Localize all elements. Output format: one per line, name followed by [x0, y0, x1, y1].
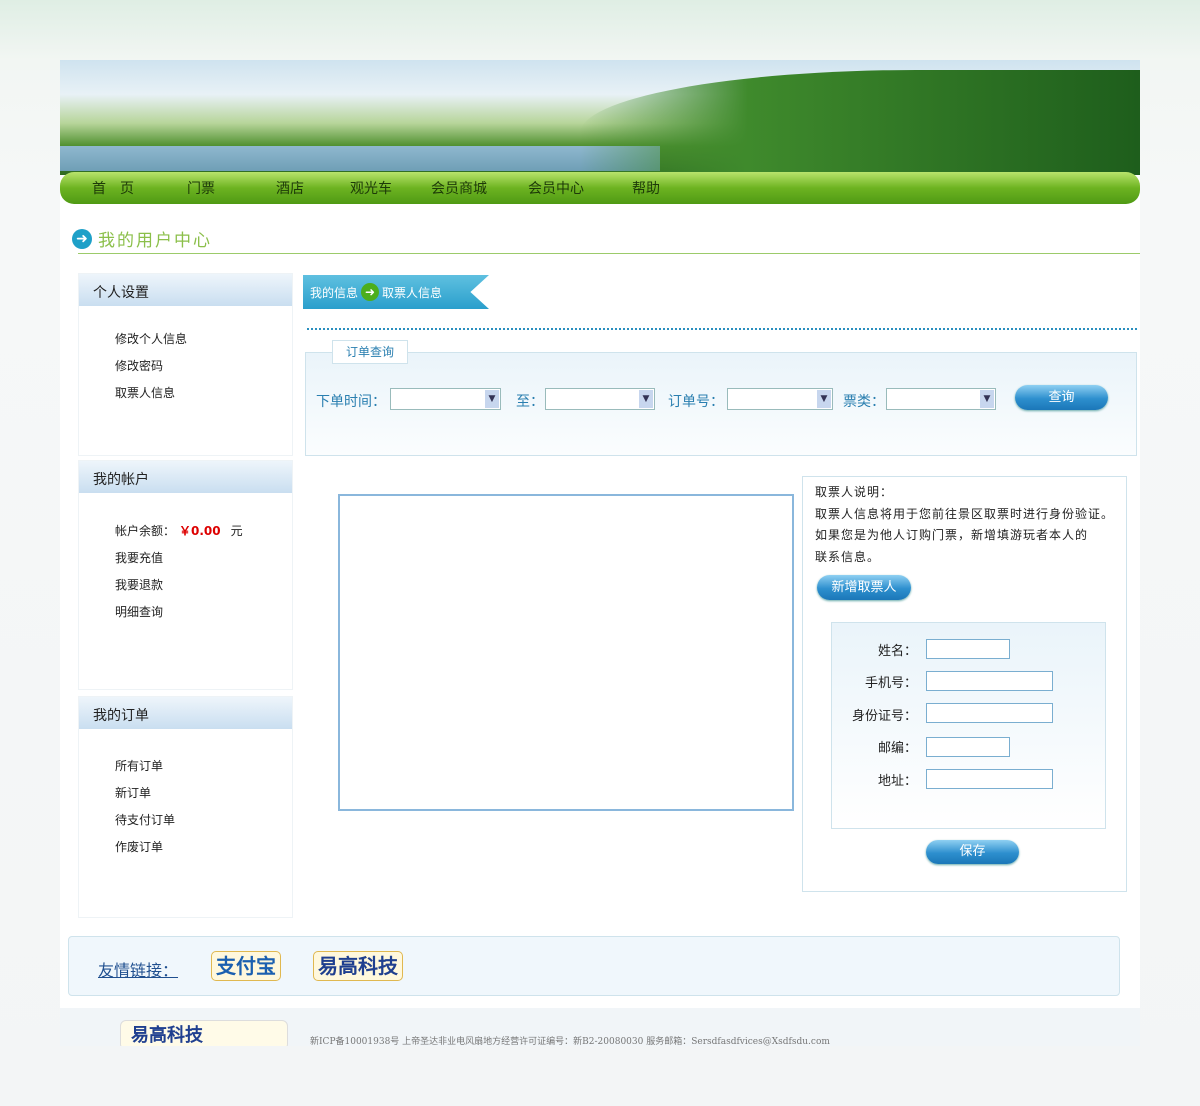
balance-row: 帐户余额： ￥0.00 元 — [115, 518, 292, 545]
sidebar-item-recharge[interactable]: 我要充值 — [115, 545, 292, 572]
address-label: 地址： — [877, 774, 917, 789]
nav-member[interactable]: 会员中心 — [528, 178, 584, 198]
breadcrumb: 我的信息 ➜ 取票人信息 — [303, 275, 489, 309]
sidebar-item-refund[interactable]: 我要退款 — [115, 572, 292, 599]
chevron-down-icon: ▼ — [639, 390, 653, 408]
footer-logo: 易高科技 — [120, 1020, 288, 1046]
main-nav: 首 页 门票 酒店 观光车 会员商城 会员中心 帮助 — [60, 172, 1140, 204]
order-no-label: 订单号： — [668, 394, 724, 410]
order-no-select[interactable]: ▼ — [727, 388, 833, 410]
breadcrumb-current: 取票人信息 — [382, 285, 443, 300]
sidebar-personal: 个人设置 修改个人信息 修改密码 取票人信息 — [78, 273, 293, 456]
zip-label: 邮编： — [877, 741, 917, 756]
sidebar-heading: 我的订单 — [79, 697, 292, 729]
friendly-links: 友情链接： 支付宝 易高科技 — [68, 936, 1120, 996]
id-number-input[interactable] — [926, 703, 1053, 723]
page-heading: ➜ 我的用户中心 — [72, 226, 212, 251]
add-ticket-collector-button[interactable]: 新增取票人 — [817, 575, 911, 600]
address-input[interactable] — [926, 769, 1053, 789]
zip-input[interactable] — [926, 737, 1010, 757]
sidebar-item-ticket-collector[interactable]: 取票人信息 — [115, 380, 292, 407]
chevron-down-icon: ▼ — [485, 390, 499, 408]
chevron-down-icon: ▼ — [817, 390, 831, 408]
sidebar-item-edit-profile[interactable]: 修改个人信息 — [115, 326, 292, 353]
nav-home[interactable]: 首 页 — [92, 178, 134, 198]
nav-tickets[interactable]: 门票 — [187, 178, 215, 198]
order-query-legend: 订单查询 — [332, 340, 408, 364]
arrow-right-icon: ➜ — [72, 228, 92, 249]
sidebar-heading: 个人设置 — [79, 274, 292, 306]
phone-label: 手机号： — [864, 676, 917, 691]
sidebar-heading: 我的帐户 — [79, 461, 292, 493]
nav-shuttle[interactable]: 观光车 — [350, 178, 392, 198]
sidebar-item-change-password[interactable]: 修改密码 — [115, 353, 292, 380]
sidebar-account: 我的帐户 帐户余额： ￥0.00 元 我要充值 我要退款 明细查询 — [78, 460, 293, 690]
phone-input[interactable] — [926, 671, 1053, 691]
footer: 易高科技 新ICP备10001938号 上帝圣达非业电风扇地方经营许可证编号：新… — [60, 1008, 1140, 1046]
divider — [78, 253, 1140, 254]
dotted-divider — [307, 328, 1137, 330]
ticket-type-select[interactable]: ▼ — [886, 388, 996, 410]
sidebar-item-void-orders[interactable]: 作废订单 — [115, 834, 292, 861]
ticket-collector-list — [338, 494, 794, 811]
balance-unit: 元 — [230, 524, 243, 538]
query-button[interactable]: 查询 — [1015, 385, 1108, 410]
nav-mall[interactable]: 会员商城 — [431, 178, 487, 198]
id-number-label: 身份证号： — [851, 709, 917, 724]
friendly-links-label: 友情链接： — [98, 961, 179, 980]
order-time-to-select[interactable]: ▼ — [545, 388, 655, 410]
sidebar-item-all-orders[interactable]: 所有订单 — [115, 753, 292, 780]
info-line: 如果您是为他人订购门票，新增填游玩者本人的 — [815, 528, 1089, 542]
nav-help[interactable]: 帮助 — [632, 178, 660, 198]
order-time-from-select[interactable]: ▼ — [390, 388, 501, 410]
alipay-link[interactable]: 支付宝 — [211, 951, 281, 981]
info-line: 取票人信息将用于您前往景区取票时进行身份验证。 — [815, 506, 1115, 521]
sidebar-orders: 我的订单 所有订单 新订单 待支付订单 作废订单 — [78, 696, 293, 918]
page: 首 页 门票 酒店 观光车 会员商城 会员中心 帮助 ➜ 我的用户中心 个人设置… — [60, 60, 1140, 1046]
header-banner — [60, 60, 1140, 175]
sidebar-item-details[interactable]: 明细查询 — [115, 599, 292, 626]
balance-value: ￥0.00 — [179, 524, 221, 538]
balance-label: 帐户余额： — [115, 524, 176, 538]
ticket-type-label: 票类： — [843, 394, 885, 410]
page-title: 我的用户中心 — [98, 231, 212, 251]
name-label: 姓名： — [877, 644, 917, 659]
info-title: 取票人说明： — [815, 485, 894, 499]
nav-hotel[interactable]: 酒店 — [276, 178, 304, 198]
save-button[interactable]: 保存 — [926, 840, 1019, 864]
breadcrumb-parent[interactable]: 我的信息 — [310, 284, 358, 301]
sidebar-item-pending-orders[interactable]: 待支付订单 — [115, 807, 292, 834]
to-label: 至： — [516, 394, 544, 410]
footer-text: 新ICP备10001938号 上帝圣达非业电风扇地方经营许可证编号：新B2-20… — [310, 1037, 830, 1046]
arrow-right-icon: ➜ — [361, 283, 380, 301]
order-time-label: 下单时间： — [316, 394, 386, 410]
yigao-link[interactable]: 易高科技 — [313, 951, 403, 981]
info-line: 联系信息。 — [815, 549, 881, 564]
sidebar-item-new-orders[interactable]: 新订单 — [115, 780, 292, 807]
name-input[interactable] — [926, 639, 1010, 659]
chevron-down-icon: ▼ — [980, 390, 994, 408]
